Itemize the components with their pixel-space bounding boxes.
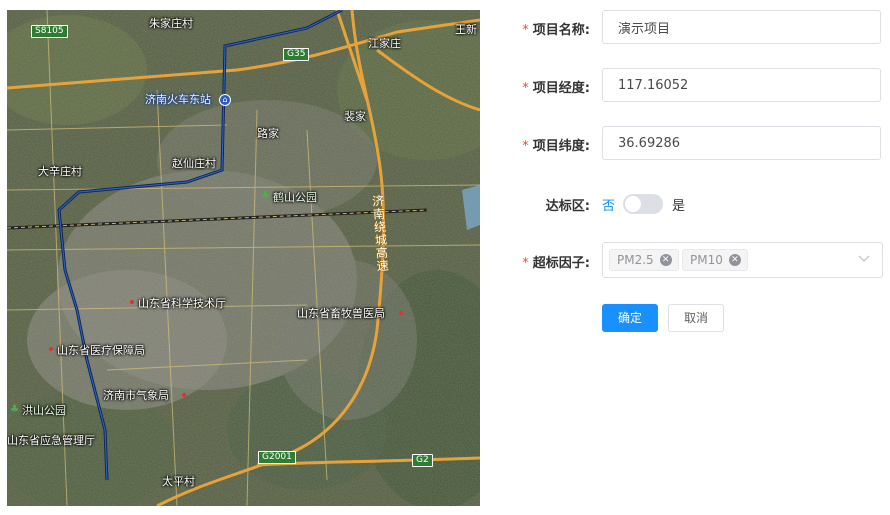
location-pin-icon: [130, 300, 134, 304]
train-station-icon: ⌂: [219, 94, 231, 106]
map-label-jinan-weather: 济南市气象局: [103, 389, 169, 402]
required-mark: *: [522, 81, 529, 96]
longitude-input[interactable]: [602, 68, 881, 102]
map-label-wangxin: 王新: [455, 23, 477, 36]
factor-tag: PM10 ✕: [682, 249, 748, 271]
switch-off-label[interactable]: 否: [602, 195, 615, 214]
map-label-daxinzhuang: 大辛庄村: [38, 165, 82, 178]
location-pin-icon: [49, 347, 53, 351]
map-label-expressway: 济南绕城高速: [370, 194, 390, 273]
highway-shield-g2: G2: [412, 454, 433, 467]
map-label-jinan-east-station: 济南火车东站: [145, 93, 211, 106]
confirm-button[interactable]: 确定: [602, 304, 658, 332]
highway-shield-g35: G35: [283, 48, 310, 61]
factor-tag-label: PM10: [690, 253, 723, 267]
project-form: *项目名称: *项目经度: *项目纬度: 达标区: 否 是 *超标因子: PM2…: [480, 0, 890, 515]
cancel-button[interactable]: 取消: [668, 304, 724, 332]
satellite-map: [7, 10, 480, 506]
map-label-sd-emergency: 山东省应急管理厅: [7, 434, 95, 447]
park-icon: ♣: [10, 404, 19, 415]
map-label-sd-sci-tech: 山东省科学技术厅: [138, 297, 226, 310]
close-icon[interactable]: ✕: [728, 254, 741, 266]
switch-on-label[interactable]: 是: [672, 195, 685, 214]
label-latitude: * 项目纬度:: [522, 139, 590, 154]
close-icon[interactable]: ✕: [659, 254, 672, 266]
map-label-hongshan-park: 洪山公园: [22, 404, 66, 417]
label-compliance: 达标区:: [545, 199, 590, 214]
location-pin-icon: [399, 311, 403, 315]
label-project-name: * 项目名称:: [522, 23, 590, 38]
toggle-switch[interactable]: [623, 194, 664, 214]
project-name-input[interactable]: [602, 10, 881, 44]
factor-tag: PM2.5 ✕: [609, 249, 679, 271]
required-mark: *: [522, 139, 529, 154]
label-factors: * 超标因子:: [522, 256, 590, 271]
highway-shield-g2001: G2001: [258, 451, 296, 464]
map-label-zhaoxianzhuang: 赵仙庄村: [172, 157, 216, 170]
park-icon: ♣: [261, 190, 270, 201]
map-label-peijia: 裴家: [344, 110, 366, 123]
compliance-switch[interactable]: 否 是: [602, 194, 685, 214]
latitude-input[interactable]: [602, 126, 881, 160]
factor-tag-label: PM2.5: [617, 253, 654, 267]
required-mark: *: [522, 23, 529, 38]
location-pin-icon: [182, 393, 186, 397]
map-label-taiping: 太平村: [162, 475, 195, 488]
required-mark: *: [522, 256, 529, 271]
factors-select[interactable]: PM2.5 ✕ PM10 ✕: [602, 242, 883, 278]
map-label-sd-livestock: 山东省畜牧兽医局: [297, 307, 385, 320]
label-longitude: * 项目经度:: [522, 81, 590, 96]
map-view[interactable]: S8105 G35 G2001 G2 朱家庄村 江家庄 王新 济南火车东站 ⌂ …: [7, 10, 480, 506]
map-label-zhujiazhuang: 朱家庄村: [149, 17, 193, 30]
highway-shield-s8105: S8105: [31, 25, 68, 38]
map-label-lujia: 路家: [257, 127, 279, 140]
map-label-heshan-park: 鹤山公园: [273, 191, 317, 204]
chevron-down-icon[interactable]: [858, 255, 870, 263]
map-label-sd-medical-security: 山东省医疗保障局: [57, 344, 145, 357]
toggle-knob: [625, 196, 642, 212]
map-label-jiangjiazhuang: 江家庄: [368, 37, 401, 50]
